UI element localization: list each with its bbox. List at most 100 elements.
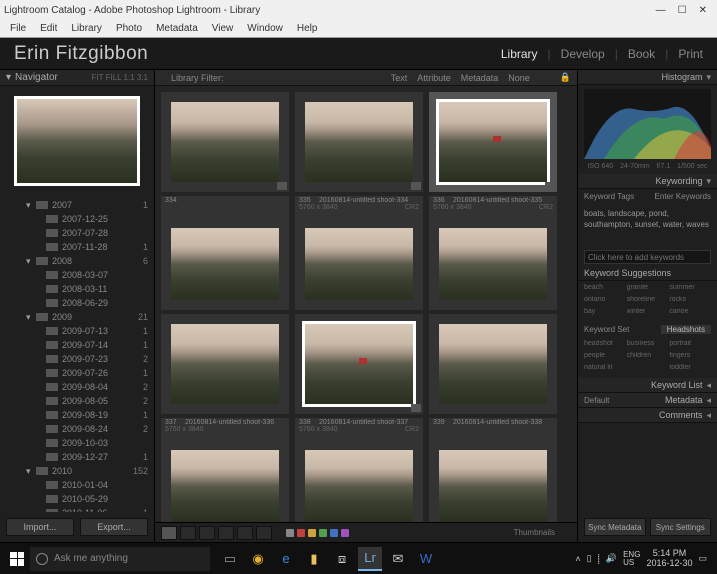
- export-button[interactable]: Export...: [80, 518, 148, 536]
- word-icon[interactable]: W: [414, 547, 438, 571]
- folder-row[interactable]: ▾2010152: [0, 464, 154, 478]
- keyword-set-item[interactable]: headshot: [584, 340, 626, 351]
- grid-view-icon[interactable]: [161, 526, 177, 540]
- thumbnail-image[interactable]: [305, 450, 413, 522]
- navigator-zoom-options[interactable]: FIT FILL 1:1 3:1: [92, 73, 148, 82]
- color-label-chip[interactable]: [330, 529, 338, 537]
- folder-row[interactable]: 2007-12-25: [0, 212, 154, 226]
- language-indicator[interactable]: ENG US: [623, 551, 640, 567]
- battery-icon[interactable]: ▯: [587, 553, 592, 564]
- keywording-header[interactable]: Keywording ▾: [578, 174, 717, 189]
- notification-icon[interactable]: ▭: [698, 553, 707, 564]
- tray-chevron-icon[interactable]: ˄: [575, 554, 580, 564]
- keyword-set-item[interactable]: fingers: [669, 352, 711, 363]
- menu-view[interactable]: View: [206, 21, 240, 36]
- keyword-tags[interactable]: boats, landscape, pond, southampton, sun…: [578, 204, 717, 248]
- module-book[interactable]: Book: [628, 47, 655, 61]
- wifi-icon[interactable]: ⸽: [598, 552, 600, 565]
- folder-row[interactable]: ▾20071: [0, 198, 154, 212]
- keyword-set-item[interactable]: toddler: [669, 364, 711, 375]
- grid-cell[interactable]: [295, 314, 423, 414]
- color-label-chip[interactable]: [308, 529, 316, 537]
- minimize-icon[interactable]: —: [656, 5, 666, 16]
- keyword-set-item[interactable]: [627, 364, 669, 375]
- thumbnail-image[interactable]: [302, 321, 416, 407]
- menu-help[interactable]: Help: [291, 21, 324, 36]
- mail-icon[interactable]: ✉: [386, 547, 410, 571]
- keyword-suggestion[interactable]: beach: [584, 284, 626, 295]
- filter-none[interactable]: None: [508, 73, 530, 83]
- explorer-icon[interactable]: ▮: [302, 547, 326, 571]
- thumbnail-image[interactable]: [171, 228, 279, 300]
- menu-window[interactable]: Window: [241, 21, 289, 36]
- filter-text[interactable]: Text: [391, 73, 408, 83]
- keyword-set-item[interactable]: children: [627, 352, 669, 363]
- color-label-chip[interactable]: [286, 529, 294, 537]
- folder-row[interactable]: 2009-08-052: [0, 394, 154, 408]
- module-library[interactable]: Library: [501, 47, 538, 61]
- grid-cell[interactable]: 33920160814-untitled shoot-338: [429, 418, 557, 522]
- menu-photo[interactable]: Photo: [110, 21, 148, 36]
- edge-icon[interactable]: e: [274, 547, 298, 571]
- histogram[interactable]: [584, 89, 711, 159]
- folder-row[interactable]: 2009-07-141: [0, 338, 154, 352]
- folder-row[interactable]: ▾200921: [0, 310, 154, 324]
- folder-row[interactable]: 2009-08-242: [0, 422, 154, 436]
- lightroom-taskbar-icon[interactable]: Lr: [358, 547, 382, 571]
- filter-attribute[interactable]: Attribute: [417, 73, 451, 83]
- menu-file[interactable]: File: [4, 21, 32, 36]
- grid-cell[interactable]: [429, 314, 557, 414]
- folder-row[interactable]: 2008-03-11: [0, 282, 154, 296]
- grid-cell[interactable]: 33620160814-untitled shoot-3355760 x 384…: [429, 196, 557, 310]
- folder-row[interactable]: 2010-05-29: [0, 492, 154, 506]
- grid-cell[interactable]: 33820160814-untitled shoot-3375760 x 384…: [295, 418, 423, 522]
- close-icon[interactable]: ✕: [699, 5, 707, 16]
- color-label-chip[interactable]: [341, 529, 349, 537]
- filter-metadata[interactable]: Metadata: [461, 73, 499, 83]
- menu-metadata[interactable]: Metadata: [150, 21, 204, 36]
- system-clock[interactable]: 5:14 PM 2016-12-30: [646, 549, 692, 569]
- thumbnail-image[interactable]: [171, 102, 279, 182]
- survey-view-icon[interactable]: [218, 526, 234, 540]
- grid-cell[interactable]: 334: [161, 196, 289, 310]
- keyword-list-header[interactable]: Keyword List ◂: [578, 378, 717, 393]
- thumbnail-image[interactable]: [436, 99, 550, 185]
- keyword-suggestion[interactable]: winter: [627, 308, 669, 319]
- navigator-preview[interactable]: [14, 96, 140, 186]
- folder-row[interactable]: 2010-01-04: [0, 478, 154, 492]
- cortana-search[interactable]: Ask me anything: [30, 547, 210, 571]
- thumbnail-image[interactable]: [439, 450, 547, 522]
- menu-library[interactable]: Library: [65, 21, 108, 36]
- thumbnail-image[interactable]: [171, 450, 279, 522]
- folder-row[interactable]: 2009-07-131: [0, 324, 154, 338]
- chrome-icon[interactable]: ◉: [246, 547, 270, 571]
- navigator-header[interactable]: ▾ Navigator FIT FILL 1:1 3:1: [0, 70, 154, 86]
- filter-lock-icon[interactable]: 🔒: [560, 72, 571, 83]
- sync-metadata-button[interactable]: Sync Metadata: [584, 518, 646, 536]
- grid-cell[interactable]: [161, 314, 289, 414]
- keyword-suggestion[interactable]: ontario: [584, 296, 626, 307]
- thumbnail-image[interactable]: [305, 228, 413, 300]
- maximize-icon[interactable]: ☐: [678, 5, 687, 16]
- loupe-view-icon[interactable]: [180, 526, 196, 540]
- keyword-set-item[interactable]: portrait: [669, 340, 711, 351]
- comments-header[interactable]: Comments ◂: [578, 408, 717, 423]
- compare-view-icon[interactable]: [199, 526, 215, 540]
- folder-row[interactable]: 2008-03-07: [0, 268, 154, 282]
- grid-cell[interactable]: 33720160814-untitled shoot-3365760 x 384…: [161, 418, 289, 522]
- keyword-suggestion[interactable]: granite: [627, 284, 669, 295]
- keyword-suggestion[interactable]: canoe: [669, 308, 711, 319]
- keyword-suggestion[interactable]: summer: [669, 284, 711, 295]
- thumbnail-image[interactable]: [439, 228, 547, 300]
- volume-icon[interactable]: 🔊: [606, 553, 617, 564]
- keyword-enter-mode[interactable]: Enter Keywords: [655, 192, 711, 201]
- sync-settings-button[interactable]: Sync Settings: [650, 518, 712, 536]
- people-view-icon[interactable]: [237, 526, 253, 540]
- module-develop[interactable]: Develop: [561, 47, 605, 61]
- folder-row[interactable]: 2007-11-281: [0, 240, 154, 254]
- grid-cell[interactable]: [429, 92, 557, 192]
- folder-row[interactable]: 2008-06-29: [0, 296, 154, 310]
- folder-row[interactable]: 2009-08-042: [0, 380, 154, 394]
- menu-edit[interactable]: Edit: [34, 21, 63, 36]
- folder-row[interactable]: 2009-07-261: [0, 366, 154, 380]
